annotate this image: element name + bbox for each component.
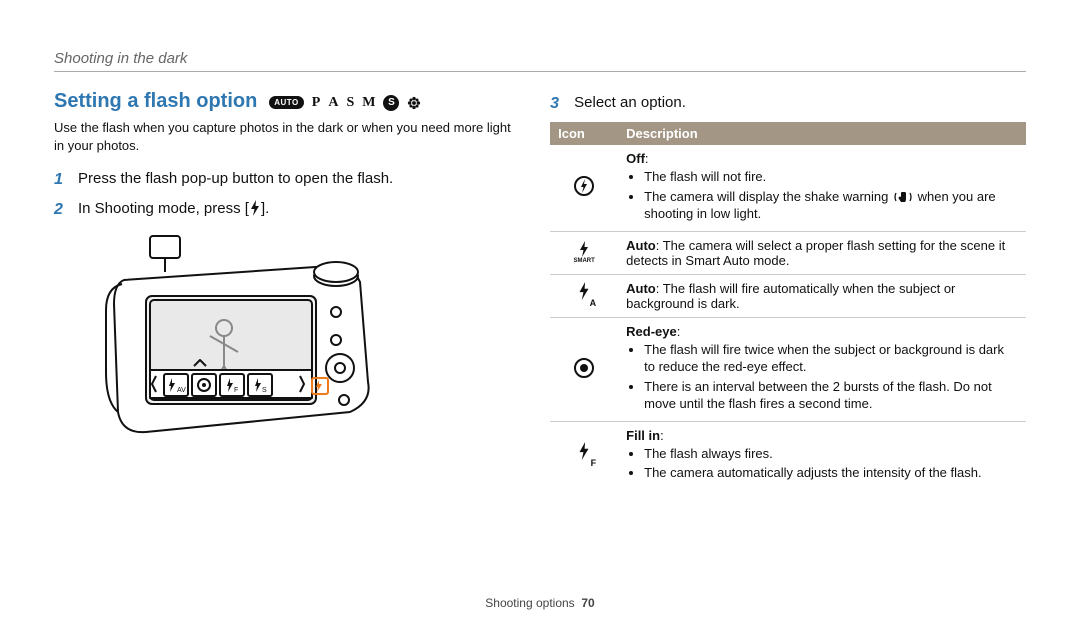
row-title: Red-eye (626, 324, 677, 339)
flash-auto-icon: A (550, 274, 618, 317)
step-3: 3 Select an option. (550, 92, 1026, 116)
list-item: The flash will not fire. (644, 168, 1018, 186)
table-row: Red-eye: The flash will fire twice when … (550, 317, 1026, 421)
flash-redeye-icon (550, 317, 618, 421)
flash-smart-auto-icon: SMART (550, 231, 618, 274)
flash-redeye-desc: Red-eye: The flash will fire twice when … (618, 317, 1026, 421)
mode-s-icon: S (346, 95, 354, 111)
flash-auto-desc: Auto: The flash will fire automatically … (618, 274, 1026, 317)
step-2-pre: In Shooting mode, press [ (78, 200, 249, 217)
step-2: 2 In Shooting mode, press [ ]. (54, 198, 520, 222)
table-head-icon: Icon (550, 122, 618, 145)
svg-text:AV: AV (177, 387, 186, 394)
step-1: 1 Press the flash pop-up button to open … (54, 168, 520, 192)
table-row: SMART Auto: The camera will select a pro… (550, 231, 1026, 274)
list-item: The flash will fire twice when the subje… (644, 341, 1018, 376)
shake-warning-icon (892, 190, 914, 204)
row-title: Auto (626, 281, 656, 296)
footer-section: Shooting options (485, 596, 574, 610)
page-footer: Shooting options 70 (0, 596, 1080, 610)
row-title: Off (626, 151, 645, 166)
step-2-text: In Shooting mode, press [ ]. (78, 198, 269, 222)
flash-bolt-icon (249, 200, 261, 216)
step-3-number: 3 (550, 92, 564, 116)
table-row: A Auto: The flash will fire automaticall… (550, 274, 1026, 317)
flash-off-icon (550, 145, 618, 231)
left-column: Setting a flash option AUTO P A S M S Us… (54, 86, 520, 490)
mode-s-disc-icon: S (383, 95, 399, 111)
intro-text: Use the flash when you capture photos in… (54, 119, 520, 154)
mode-flower-icon (407, 96, 421, 110)
table-row: Off: The flash will not fire. The camera… (550, 145, 1026, 231)
list-item: There is an interval between the 2 burst… (644, 378, 1018, 413)
section-title: Setting a flash option (54, 90, 257, 113)
table-head-desc: Description (618, 122, 1026, 145)
step-1-number: 1 (54, 168, 68, 192)
divider (54, 71, 1026, 72)
mode-p-icon: P (312, 95, 321, 111)
flash-smart-auto-desc: Auto: The camera will select a proper fl… (618, 231, 1026, 274)
flash-fillin-icon: F (550, 421, 618, 490)
flash-off-desc: Off: The flash will not fire. The camera… (618, 145, 1026, 231)
svg-text:S: S (262, 387, 267, 394)
footer-page-number: 70 (581, 596, 594, 610)
step-1-text: Press the flash pop-up button to open th… (78, 168, 393, 192)
svg-text:F: F (234, 387, 238, 394)
step-2-number: 2 (54, 198, 68, 222)
right-column: 3 Select an option. Icon Description (550, 86, 1026, 490)
camera-illustration: AV F S (84, 232, 520, 455)
table-row: F Fill in: The flash always fires. The c… (550, 421, 1026, 490)
list-item: The camera will display the shake warnin… (644, 188, 1018, 223)
mode-icons-row: AUTO P A S M S (269, 95, 421, 111)
step-3-text: Select an option. (574, 92, 686, 116)
row-title: Fill in (626, 428, 660, 443)
step-2-post: ]. (261, 200, 269, 217)
list-item: The camera automatically adjusts the int… (644, 464, 1018, 482)
mode-m-icon: M (362, 95, 375, 111)
row-title: Auto (626, 238, 656, 253)
breadcrumb: Shooting in the dark (54, 50, 1026, 67)
mode-auto-icon: AUTO (269, 96, 304, 109)
mode-a-icon: A (328, 95, 338, 111)
flash-fillin-desc: Fill in: The flash always fires. The cam… (618, 421, 1026, 490)
flash-options-table: Icon Description Off: The flash will n (550, 122, 1026, 490)
list-item: The flash always fires. (644, 445, 1018, 463)
